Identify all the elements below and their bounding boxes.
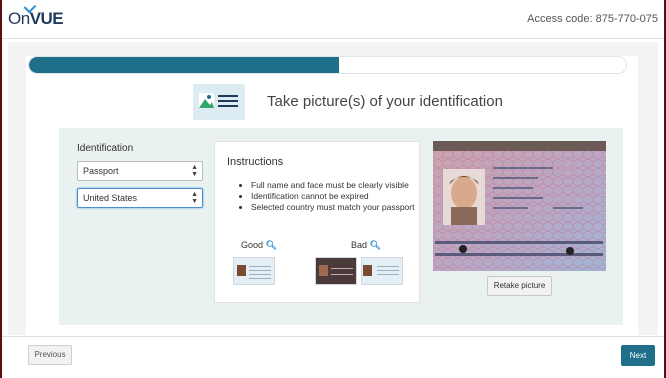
page-title: Take picture(s) of your identification xyxy=(267,93,503,110)
bad-example-label[interactable]: Bad 🔍︎ xyxy=(351,240,381,251)
select-arrows-icon: ▲ ▼ xyxy=(191,164,198,178)
select-arrows-icon: ▲ ▼ xyxy=(191,191,198,205)
logo-on-text: On xyxy=(8,9,30,28)
zoom-icon[interactable]: 🔍︎ xyxy=(370,240,381,250)
good-example-image xyxy=(233,257,275,285)
top-bar: OnVUE Access code: 875-770-075 xyxy=(2,0,664,39)
previous-button[interactable]: Previous xyxy=(28,345,72,365)
bad-example-image-dark xyxy=(315,257,357,285)
progress-bar-fill xyxy=(29,57,340,73)
instructions-box: Instructions Full name and face must be … xyxy=(214,141,420,303)
instructions-title: Instructions xyxy=(227,156,284,168)
identification-label: Identification xyxy=(77,143,134,154)
instruction-item: Identification cannot be expired xyxy=(251,191,429,202)
onvue-logo: OnVUE xyxy=(8,0,64,29)
captured-passport-photo xyxy=(433,141,606,271)
id-type-select[interactable]: Passport ▲ ▼ xyxy=(77,161,203,181)
instructions-list: Full name and face must be clearly visib… xyxy=(239,180,429,213)
access-code: Access code: 875-770-075 xyxy=(527,13,658,25)
next-button[interactable]: Next xyxy=(621,345,655,366)
progress-bar xyxy=(28,56,627,74)
retake-picture-button[interactable]: Retake picture xyxy=(487,276,552,296)
instruction-item: Selected country must match your passpor… xyxy=(251,202,429,213)
id-type-value: Passport xyxy=(83,166,119,176)
country-value: United States xyxy=(83,193,138,203)
bad-example-image-partial xyxy=(361,257,403,285)
id-card-icon xyxy=(193,84,245,120)
zoom-icon[interactable]: 🔍︎ xyxy=(266,240,277,250)
good-example-label[interactable]: Good 🔍︎ xyxy=(241,240,277,251)
good-label-text: Good xyxy=(241,240,264,250)
country-select[interactable]: United States ▲ ▼ xyxy=(77,188,203,208)
instruction-item: Full name and face must be clearly visib… xyxy=(251,180,429,191)
bad-label-text: Bad xyxy=(351,240,368,250)
footer-bar xyxy=(2,336,664,378)
logo-vue-text: VUE xyxy=(29,9,64,28)
